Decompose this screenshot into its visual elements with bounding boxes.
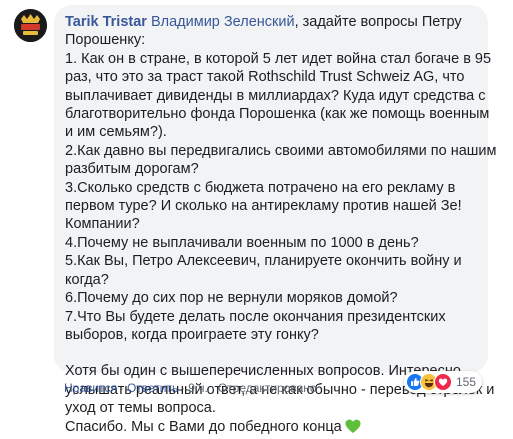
comment-line: 1. Как он в стране, в которой 5 лет идет… <box>65 50 492 67</box>
author-name[interactable]: Tarik Tristar <box>65 14 147 30</box>
comment-line: разбитым дорогам? <box>65 161 199 178</box>
avatar[interactable] <box>14 9 47 42</box>
comment-line: Компании? <box>65 216 140 233</box>
love-icon <box>434 373 452 391</box>
comment-line: и им семьям?). <box>65 124 167 141</box>
comment-line: раз, что это за траст такой Rothschild T… <box>65 69 465 86</box>
comment: Tarik Tristar Владимир Зеленский, задайт… <box>0 0 513 435</box>
comment-line: выплачивает дивиденды в миллиардах? Куда… <box>65 87 486 104</box>
comment-bubble: Tarik Tristar Владимир Зеленский, задайт… <box>54 5 497 435</box>
timestamp[interactable]: 9 ч. <box>188 381 208 395</box>
reply-link[interactable]: Ответить <box>127 381 178 395</box>
comment-line: выборов, когда проиграете эту гонку? <box>65 326 319 343</box>
comment-line: 6.Почему до сих пор не вернули моряков д… <box>65 290 398 307</box>
mention-link[interactable]: Владимир Зеленский <box>151 14 295 30</box>
comment-line: Спасибо. Мы с Вами до победного конца <box>65 418 478 439</box>
comment-text: Спасибо. Мы с Вами до победного конца <box>65 418 342 435</box>
comment-line: уход от темы вопроса. <box>65 400 216 417</box>
reactions-summary[interactable]: 155 <box>404 371 483 393</box>
comment-line: 4.Почему не выплачивали военным по 1000 … <box>65 234 419 251</box>
edited-label[interactable]: Отредактировано <box>218 381 317 395</box>
reaction-count: 155 <box>456 375 477 389</box>
green-heart-icon <box>345 419 361 439</box>
comment-line: когда? <box>65 271 109 288</box>
comment-line: 3.Сколько средств с бюджета потрачено на… <box>65 179 456 196</box>
like-link[interactable]: Нравится <box>64 381 117 395</box>
separator: · <box>210 381 215 395</box>
comment-line: 5.Как Вы, Петро Алексеевич, планируете о… <box>65 253 462 270</box>
comment-line: Порошенку: <box>65 32 146 49</box>
comment-line: первом туре? И сколько на антирекламу пр… <box>65 198 462 215</box>
comment-text: , задайте вопросы Петру <box>294 14 462 30</box>
separator: · <box>181 381 186 395</box>
comment-line: 7.Что Вы будете делать после окончания п… <box>65 308 446 325</box>
comment-actions: Нравится · Ответить · 9 ч. · Отредактировано <box>64 381 317 395</box>
comment-line: 2.Как давно вы передвигались своими авто… <box>65 142 497 159</box>
comment-line: Tarik Tristar Владимир Зеленский, задайт… <box>65 13 478 31</box>
comment-line: благотворительно фонда Порошенка (как же… <box>65 106 490 123</box>
separator: · <box>119 381 124 395</box>
